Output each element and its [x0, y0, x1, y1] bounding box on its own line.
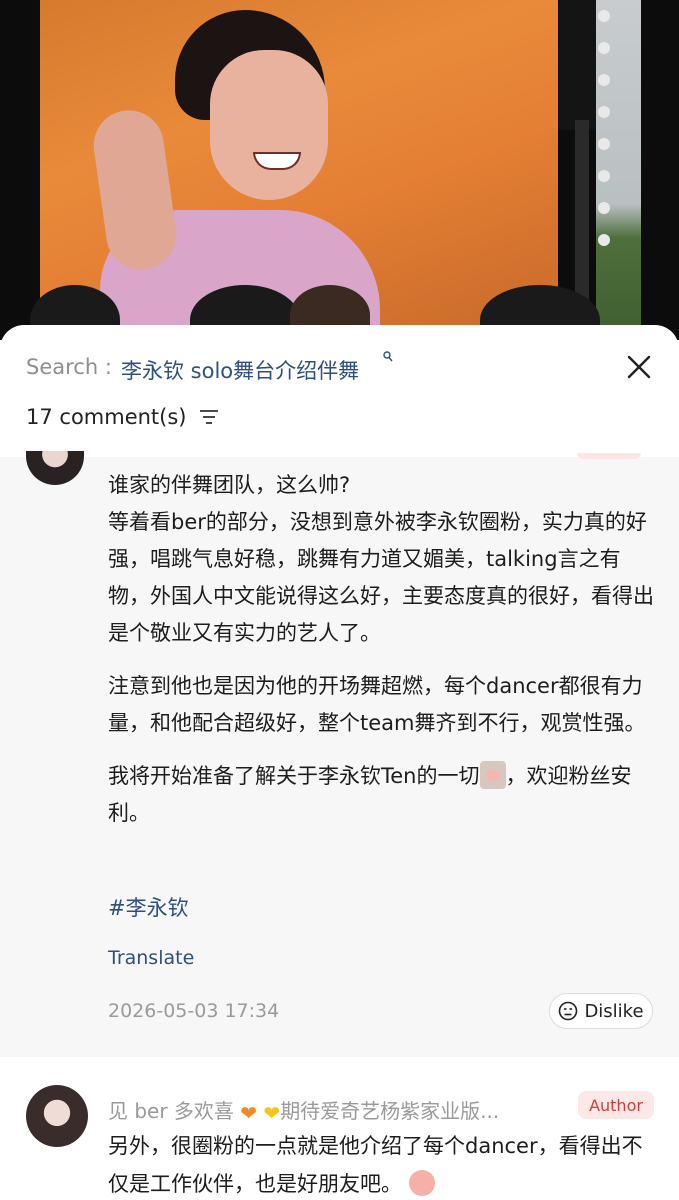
orange-heart-icon: ❤: [240, 1101, 258, 1125]
dislike-label: Dislike: [584, 1000, 644, 1022]
blushing-face-icon: [408, 1170, 435, 1196]
username-part-2: 期待爱奇艺杨紫家业版...: [280, 1099, 500, 1123]
speaker-stack: [558, 0, 596, 130]
comment-paragraph-3: 我将开始准备了解关于李永钦Ten的一切 ，欢迎粉丝安利。: [108, 758, 658, 832]
stage-screen: [40, 0, 558, 340]
comment-username[interactable]: 见 ber 多欢喜 ❤ ❤期待爱奇艺杨紫家业版...: [108, 1095, 499, 1125]
comments-sheet: Search : 李永钦 solo舞台介绍伴舞 17 comment(s) 谁家…: [0, 325, 679, 1200]
comment-paragraph-2: 注意到他也是因为他的开场舞超燃，每个dancer都很有力量，和他配合超级好，整个…: [108, 674, 646, 735]
sort-lines-icon[interactable]: [200, 409, 220, 429]
translate-link[interactable]: Translate: [108, 947, 194, 969]
comment-item: 见 ber 多欢喜 ❤ ❤期待爱奇艺杨紫家业版... Author 另外，很圈粉…: [0, 1067, 679, 1200]
yellow-heart-icon: ❤: [263, 1101, 281, 1125]
post-photo[interactable]: [0, 0, 679, 340]
avatar[interactable]: [26, 451, 84, 485]
comment-timestamp: 2026-05-03 17:34: [108, 1000, 280, 1022]
search-glyph-icon: [383, 351, 393, 366]
search-prefix: Search :: [26, 355, 112, 379]
hashtag-link[interactable]: #李永钦: [108, 892, 189, 922]
avatar[interactable]: [26, 1085, 88, 1147]
performer-arm: [89, 105, 181, 275]
performer-face: [210, 50, 328, 200]
comment-body: 谁家的伴舞团队，这么帅? 等着看ber的部分，没想到意外被李永钦圈粉，实力真的好…: [108, 467, 658, 848]
comment-count: 17 comment(s): [26, 405, 187, 429]
search-suggestion[interactable]: Search : 李永钦 solo舞台介绍伴舞: [26, 349, 659, 389]
author-badge-edge: [577, 453, 641, 459]
light-tower: [575, 120, 589, 300]
comment-body: 另外，很圈粉的一点就是他介绍了每个dancer，看得出不仅是工作伙伴，也是好朋友…: [108, 1127, 658, 1200]
username-part-1: 见 ber 多欢喜: [108, 1099, 234, 1123]
dislike-button[interactable]: Dislike: [549, 993, 653, 1029]
comment-paragraph-3-start: 我将开始准备了解关于李永钦Ten的一切: [108, 764, 480, 788]
comment-item: 谁家的伴舞团队，这么帅? 等着看ber的部分，没想到意外被李永钦圈粉，实力真的好…: [0, 451, 679, 1057]
author-badge: Author: [578, 1091, 654, 1119]
close-icon[interactable]: [621, 349, 657, 385]
comment-paragraph-1: 谁家的伴舞团队，这么帅? 等着看ber的部分，没想到意外被李永钦圈粉，实力真的好…: [108, 473, 654, 645]
stage-lights: [598, 10, 614, 266]
reply-text: 另外，很圈粉的一点就是他介绍了每个dancer，看得出不仅是工作伙伴，也是好朋友…: [108, 1134, 643, 1196]
dislike-face-icon: [559, 1001, 578, 1021]
sticker-emoji-icon: [479, 761, 506, 789]
search-query-link[interactable]: 李永钦 solo舞台介绍伴舞: [121, 355, 359, 385]
